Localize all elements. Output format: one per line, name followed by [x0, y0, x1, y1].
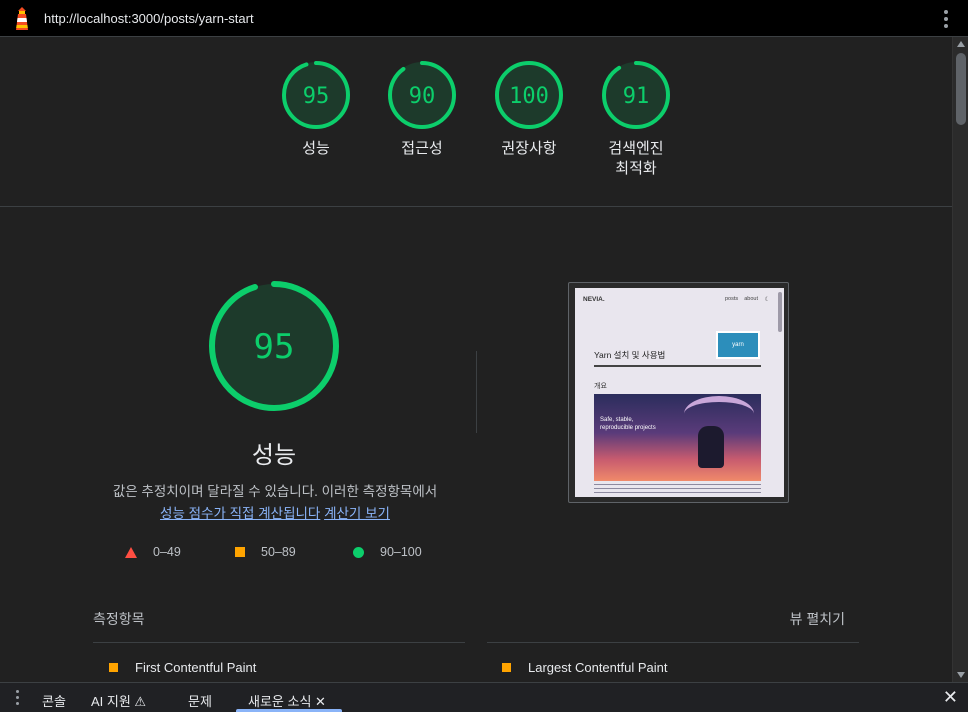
cat-silhouette	[698, 426, 724, 468]
gauge-seo[interactable]: 91 검색엔진 최적화	[581, 59, 691, 179]
description-text: 값은 추정치이며 달라질 수 있습니다. 이러한 측정항목에서	[112, 484, 438, 499]
gauge-ring: 100	[495, 61, 563, 129]
score-gauges: 95 성능 90 접근성 100 권장사항 91 검색엔진 최적화	[0, 37, 952, 207]
site-nav: posts about	[724, 296, 758, 302]
performance-score: 95	[254, 327, 295, 367]
gauge-label: 성능	[302, 140, 330, 157]
hero-text: Safe, stable, reproducible projects	[600, 417, 656, 431]
tab-issues[interactable]: 문제	[188, 691, 212, 710]
tab-whats-new[interactable]: 새로운 소식 ✕	[248, 691, 326, 710]
section-heading: 개요	[594, 383, 607, 390]
gauge-best-practices[interactable]: 100 권장사항	[474, 59, 584, 159]
screenshot-page: NEVIA. posts about ☾ yarn Yarn 설치 및 사용법 …	[575, 288, 784, 497]
report-topbar: http://localhost:3000/posts/yarn-start	[0, 0, 968, 37]
metrics-divider	[487, 642, 859, 643]
legend-average: 50–89	[235, 545, 296, 559]
performance-main-gauge: 95	[209, 281, 339, 411]
gauge-ring: 95	[282, 61, 350, 129]
report-content: 95 성능 90 접근성 100 권장사항 91 검색엔진 최적화 95 성능 …	[0, 37, 952, 682]
drawer-tabbar: 콘솔 AI 지원 ⚠ 문제 새로운 소식 ✕ ✕	[0, 682, 968, 712]
triangle-icon	[125, 546, 137, 558]
square-icon	[109, 663, 118, 672]
gauge-label: 권장사항	[501, 140, 557, 157]
gauge-accessibility[interactable]: 90 접근성	[367, 59, 477, 159]
gauge-performance[interactable]: 95 성능	[261, 59, 371, 159]
metrics-heading: 측정항목	[93, 611, 145, 627]
performance-description: 값은 추정치이며 달라질 수 있습니다. 이러한 측정항목에서 성능 점수가 직…	[80, 481, 470, 525]
gauge-score: 100	[509, 84, 549, 109]
gauge-score: 90	[409, 84, 436, 109]
gauge-ring: 90	[388, 61, 456, 129]
metric-name: First Contentful Paint	[135, 660, 257, 675]
metrics-divider	[93, 642, 465, 643]
gauge-label: 접근성	[401, 140, 443, 157]
metric-lcp[interactable]: Largest Contentful Paint	[502, 660, 667, 675]
metric-name: Largest Contentful Paint	[528, 660, 668, 675]
scroll-down-icon[interactable]	[957, 672, 965, 678]
scroll-up-icon[interactable]	[957, 41, 965, 47]
legend-range: 50–89	[261, 545, 296, 559]
tab-ai-assistance[interactable]: AI 지원 ⚠	[91, 691, 146, 710]
lighthouse-icon	[16, 7, 28, 30]
metric-fcp[interactable]: First Contentful Paint	[109, 660, 256, 675]
performance-title: 성능	[251, 442, 297, 469]
gauge-ring: 91	[602, 61, 670, 129]
expand-view-button[interactable]: 뷰 펼치기	[790, 609, 845, 629]
score-calculation-link[interactable]: 성능 점수가 직접 계산됩니다	[160, 506, 320, 521]
drawer-menu-icon[interactable]	[16, 690, 20, 708]
legend-fail: 0–49	[125, 545, 181, 559]
square-icon	[235, 547, 245, 557]
tab-console[interactable]: 콘솔	[42, 691, 66, 710]
circle-icon	[353, 546, 364, 558]
legend-range: 90–100	[380, 545, 422, 559]
final-screenshot[interactable]: NEVIA. posts about ☾ yarn Yarn 설치 및 사용법 …	[568, 282, 789, 503]
vertical-scrollbar[interactable]	[952, 37, 968, 682]
screenshot-scrollbar	[778, 292, 782, 332]
yarn-logo: yarn	[716, 331, 760, 359]
close-drawer-icon[interactable]: ✕	[943, 687, 958, 708]
report-url[interactable]: http://localhost:3000/posts/yarn-start	[44, 11, 254, 26]
post-title: Yarn 설치 및 사용법	[594, 350, 666, 360]
gauge-score: 95	[303, 84, 330, 109]
square-icon	[502, 663, 511, 672]
moon-icon: ☾	[764, 297, 770, 303]
scroll-thumb[interactable]	[956, 53, 966, 125]
gauge-score: 91	[623, 84, 650, 109]
body-text-lines	[594, 484, 761, 494]
legend-range: 0–49	[153, 545, 181, 559]
calculator-link[interactable]: 계산기 보기	[324, 506, 390, 521]
site-brand: NEVIA.	[583, 296, 605, 303]
legend-pass: 90–100	[353, 545, 422, 559]
title-rule	[594, 365, 761, 367]
more-options-icon[interactable]	[944, 10, 950, 28]
hero-image: Safe, stable, reproducible projects	[594, 394, 761, 481]
section-divider	[476, 351, 477, 433]
gauge-label: 검색엔진 최적화	[608, 140, 664, 177]
